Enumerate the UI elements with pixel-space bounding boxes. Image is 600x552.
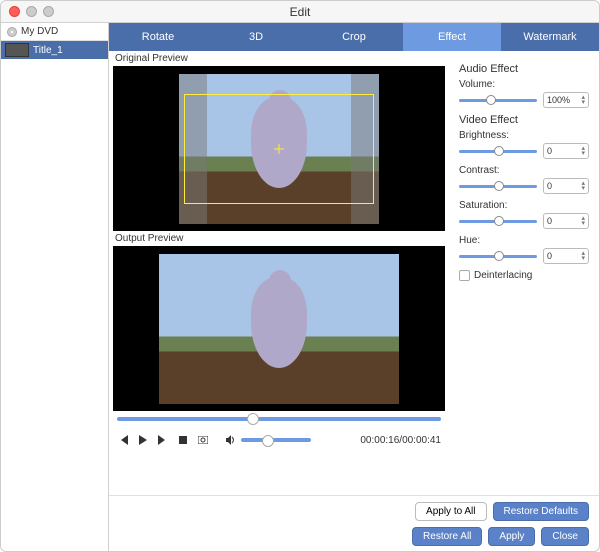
- hue-stepper[interactable]: 0▴▾: [543, 248, 589, 264]
- content: Original Preview Output Preview: [109, 51, 599, 495]
- hue-slider[interactable]: [459, 255, 537, 258]
- stepper-icon[interactable]: ▴▾: [581, 181, 585, 191]
- restore-defaults-button[interactable]: Restore Defaults: [493, 502, 589, 521]
- apply-button[interactable]: Apply: [488, 527, 535, 546]
- hue-label: Hue:: [459, 235, 589, 246]
- clip-label: Title_1: [33, 45, 63, 56]
- speaker-icon[interactable]: [225, 434, 237, 446]
- edit-window: Edit My DVD Title_1 Rotate 3D Crop Effec…: [0, 0, 600, 552]
- brightness-slider[interactable]: [459, 150, 537, 153]
- stepper-icon[interactable]: ▴▾: [581, 146, 585, 156]
- volume-value-stepper[interactable]: 100%▴▾: [543, 92, 589, 108]
- contrast-slider[interactable]: [459, 185, 537, 188]
- source-label: My DVD: [21, 26, 58, 37]
- stepper-icon[interactable]: ▴▾: [581, 251, 585, 261]
- minimize-window-icon[interactable]: [26, 6, 37, 17]
- deinterlacing-checkbox[interactable]: Deinterlacing: [459, 270, 589, 281]
- output-preview: [113, 246, 445, 411]
- volume-slider[interactable]: [241, 438, 311, 442]
- brightness-stepper[interactable]: 0▴▾: [543, 143, 589, 159]
- brightness-label: Brightness:: [459, 130, 589, 141]
- titlebar: Edit: [1, 1, 599, 23]
- volume-effect-slider[interactable]: [459, 99, 537, 102]
- contrast-label: Contrast:: [459, 165, 589, 176]
- prev-frame-icon[interactable]: [117, 434, 129, 446]
- output-frame: [159, 254, 399, 404]
- snapshot-icon[interactable]: [197, 434, 209, 446]
- effect-panel: Audio Effect Volume: 100%▴▾ Video Effect…: [449, 51, 599, 495]
- close-button[interactable]: Close: [541, 527, 589, 546]
- timeline-knob[interactable]: [247, 413, 259, 425]
- restore-all-button[interactable]: Restore All: [412, 527, 482, 546]
- saturation-slider[interactable]: [459, 220, 537, 223]
- next-frame-icon[interactable]: [157, 434, 169, 446]
- stepper-icon[interactable]: ▴▾: [581, 216, 585, 226]
- playback-controls: 00:00:16/00:00:41: [113, 427, 445, 453]
- contrast-stepper[interactable]: 0▴▾: [543, 178, 589, 194]
- audio-effect-header: Audio Effect: [459, 63, 589, 75]
- window-controls: [9, 6, 54, 17]
- previews: Original Preview Output Preview: [109, 51, 449, 495]
- volume-control: [225, 434, 311, 446]
- tab-watermark[interactable]: Watermark: [501, 23, 599, 51]
- tab-rotate[interactable]: Rotate: [109, 23, 207, 51]
- tab-crop[interactable]: Crop: [305, 23, 403, 51]
- sidebar: My DVD Title_1: [1, 23, 109, 551]
- timeline[interactable]: [113, 411, 445, 427]
- footer: Apply to All Restore Defaults Restore Al…: [109, 495, 599, 551]
- stepper-icon[interactable]: ▴▾: [581, 95, 585, 105]
- video-effect-header: Video Effect: [459, 114, 589, 126]
- saturation-label: Saturation:: [459, 200, 589, 211]
- apply-to-all-button[interactable]: Apply to All: [415, 502, 486, 521]
- sidebar-item-title1[interactable]: Title_1: [1, 41, 108, 59]
- source-header: My DVD: [1, 23, 108, 41]
- main: Rotate 3D Crop Effect Watermark Original…: [109, 23, 599, 551]
- original-preview[interactable]: [113, 66, 445, 231]
- zoom-window-icon[interactable]: [43, 6, 54, 17]
- body: My DVD Title_1 Rotate 3D Crop Effect Wat…: [1, 23, 599, 551]
- disc-icon: [7, 27, 17, 37]
- output-preview-label: Output Preview: [113, 231, 445, 246]
- close-window-icon[interactable]: [9, 6, 20, 17]
- window-title: Edit: [290, 5, 311, 19]
- play-icon[interactable]: [137, 434, 149, 446]
- stop-icon[interactable]: [177, 434, 189, 446]
- checkbox-icon[interactable]: [459, 270, 470, 281]
- timeline-track[interactable]: [117, 417, 441, 421]
- tab-effect[interactable]: Effect: [403, 23, 501, 51]
- saturation-stepper[interactable]: 0▴▾: [543, 213, 589, 229]
- original-preview-label: Original Preview: [113, 51, 445, 66]
- deinterlacing-label: Deinterlacing: [474, 270, 532, 281]
- tabs: Rotate 3D Crop Effect Watermark: [109, 23, 599, 51]
- time-display: 00:00:16/00:00:41: [360, 435, 441, 446]
- clip-thumbnail: [5, 43, 29, 57]
- original-frame: [179, 74, 379, 224]
- volume-label: Volume:: [459, 79, 589, 90]
- tab-3d[interactable]: 3D: [207, 23, 305, 51]
